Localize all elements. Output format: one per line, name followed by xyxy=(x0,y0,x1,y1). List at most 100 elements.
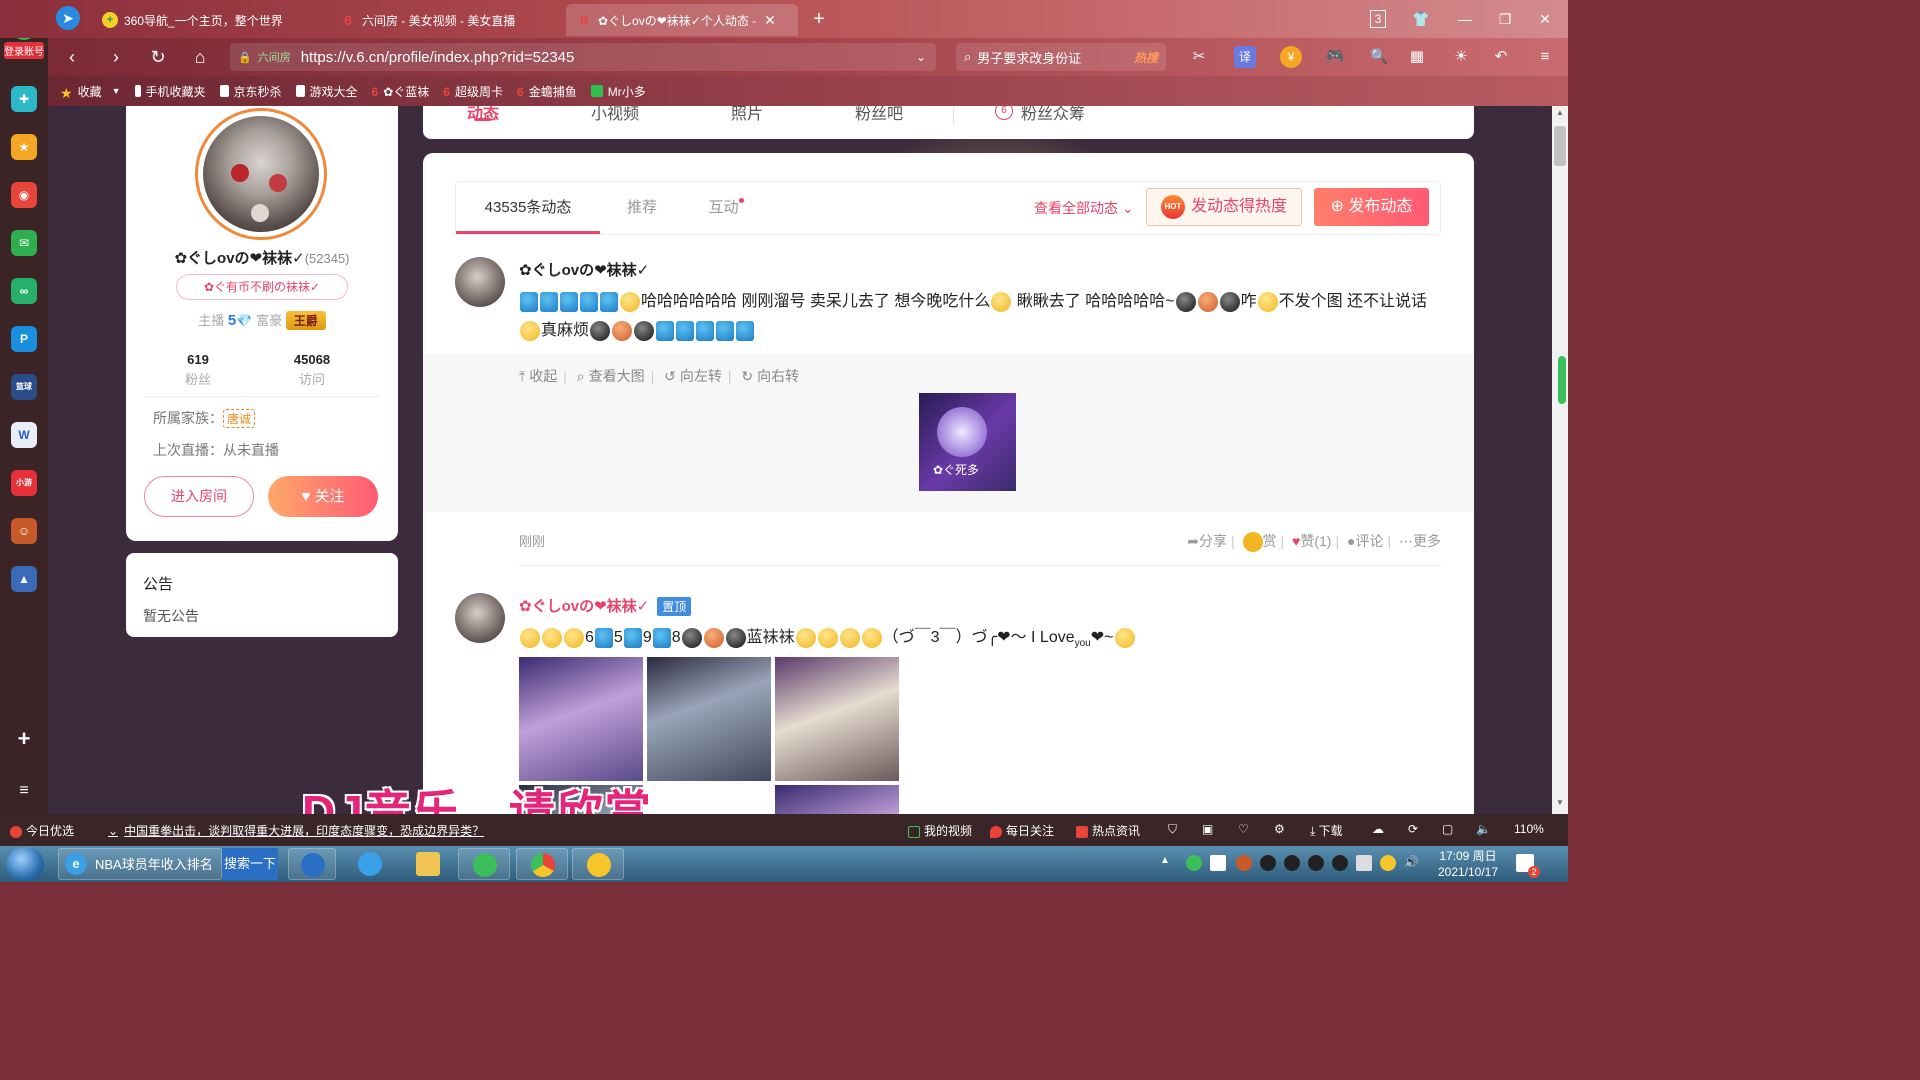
avatar-game-icon[interactable]: ☺ xyxy=(11,518,37,544)
tray-volume-icon[interactable]: 🔊 xyxy=(1404,855,1420,871)
taskbar-chrome[interactable] xyxy=(516,848,568,880)
taskbar-ie[interactable] xyxy=(344,848,396,880)
weibo-icon[interactable]: ◉ xyxy=(11,182,37,208)
window-icon[interactable]: ▢ xyxy=(1442,822,1453,836)
tab-profile[interactable]: 6 ✿ぐしovの❤袜袜✓个人动态 - ✕ xyxy=(566,4,798,36)
heart-outline-icon[interactable]: ♡ xyxy=(1238,822,1249,836)
mail-icon[interactable]: ✉ xyxy=(11,230,37,256)
collapse-action[interactable]: 收起 xyxy=(529,368,557,384)
address-bar[interactable]: 🔒 六间房 https://v.6.cn/profile/index.php?r… xyxy=(230,43,936,71)
cloud-icon[interactable]: ☁ xyxy=(1372,822,1384,836)
undo-icon[interactable]: ↶ xyxy=(1490,46,1512,68)
tray-qq-icon[interactable] xyxy=(1260,855,1276,871)
hot-post-button[interactable]: HOT 发动态得热度 xyxy=(1146,188,1302,226)
brightness-icon[interactable]: ☀ xyxy=(1450,46,1472,68)
link-icon[interactable]: ∞ xyxy=(11,278,37,304)
tab-counter[interactable]: 3 xyxy=(1370,10,1386,28)
refresh-icon[interactable]: ⟳ xyxy=(1408,822,1418,836)
family-tag[interactable]: 唐诚 xyxy=(223,409,256,428)
taskbar-explorer[interactable] xyxy=(402,848,454,880)
skin-icon[interactable]: 👕 xyxy=(1410,8,1432,30)
tab-short-video[interactable]: 小视频 xyxy=(591,106,639,124)
thumbnail-image[interactable] xyxy=(647,657,771,781)
search-input[interactable]: ⌕ 男子要求改身份证 热搜 xyxy=(956,43,1166,71)
like-button[interactable]: 赞(1) xyxy=(1300,533,1331,549)
shield-icon[interactable]: ⛉ xyxy=(1168,822,1177,837)
tab-crowdfund[interactable]: 粉丝众筹 xyxy=(1021,106,1085,124)
tab-dynamics[interactable]: 动态 xyxy=(467,106,499,124)
tab-interact[interactable]: 互动 xyxy=(684,182,768,234)
coin-icon[interactable]: ¥ xyxy=(1280,46,1302,68)
plus-app-icon[interactable]: ✚ xyxy=(11,86,37,112)
close-window-icon[interactable]: ✕ xyxy=(1534,8,1556,30)
bookmark-favorites[interactable]: ★ 收藏 ▼ xyxy=(60,83,121,102)
thumbnail-image[interactable] xyxy=(775,785,899,814)
new-tab-button[interactable]: + xyxy=(808,8,830,30)
dropdown-icon[interactable]: ▼ xyxy=(112,86,121,96)
bookmark-fishing[interactable]: 6 金蟾捕鱼 xyxy=(517,83,577,100)
scissors-icon[interactable]: ✂ xyxy=(1188,46,1210,68)
reload-icon[interactable]: ↻ xyxy=(146,45,170,69)
url-text[interactable]: https://v.6.cn/profile/index.php?rid=523… xyxy=(301,49,575,66)
dropdown-chevron-icon[interactable]: ⌄ xyxy=(916,50,926,64)
more-button[interactable]: 更多 xyxy=(1413,533,1441,549)
more-menu-icon[interactable]: ≡ xyxy=(1534,46,1556,68)
publish-button[interactable]: ⊕ 发布动态 xyxy=(1314,188,1429,226)
enter-room-button[interactable]: 进入房间 xyxy=(144,476,254,517)
taskbar-ie-window[interactable]: e NBA球员年收入排名 xyxy=(58,848,222,880)
thumbnail-image[interactable] xyxy=(775,657,899,781)
taskbar-clock[interactable]: 17:09 周日 2021/10/17 xyxy=(1430,848,1506,880)
taskbar-chat[interactable] xyxy=(572,848,624,880)
status-my-video[interactable]: 我的视频 xyxy=(908,822,972,839)
close-tab-icon[interactable]: ✕ xyxy=(764,12,776,29)
page-scrollbar[interactable]: ▲ ▼ xyxy=(1552,106,1568,814)
post-avatar[interactable] xyxy=(455,593,505,643)
tray-expand-icon[interactable]: ▲ xyxy=(1160,855,1176,871)
tab-photos[interactable]: 照片 xyxy=(731,106,763,124)
tab-all-dynamics[interactable]: 43535条动态 xyxy=(456,182,600,234)
rotate-right-action[interactable]: 向右转 xyxy=(757,368,799,384)
bookmark-games[interactable]: 游戏大全 xyxy=(295,83,358,100)
view-large-action[interactable]: 查看大图 xyxy=(589,368,645,384)
bookmark-weekcard[interactable]: 6 超级周卡 xyxy=(443,83,503,100)
minimize-icon[interactable]: — xyxy=(1454,8,1476,30)
speed-icon[interactable]: ⚙ xyxy=(1274,822,1285,836)
tab-recommend[interactable]: 推荐 xyxy=(600,182,684,234)
game-icon[interactable]: 小游 xyxy=(11,470,37,496)
tab-6cn[interactable]: 6 六间房 - 美女视频 - 美女直播 xyxy=(330,4,560,36)
view-all-dropdown[interactable]: 查看全部动态 ⌄ xyxy=(1034,182,1134,234)
restore-icon[interactable]: ❐ xyxy=(1494,8,1516,30)
comment-button[interactable]: 评论 xyxy=(1355,533,1383,549)
share-button[interactable]: 分享 xyxy=(1199,533,1227,549)
scroll-thumb[interactable] xyxy=(1554,126,1566,166)
sports-icon[interactable]: 篮球 xyxy=(11,374,37,400)
tray-app-icon[interactable] xyxy=(1236,855,1252,871)
avatar[interactable] xyxy=(195,108,327,240)
post-author[interactable]: ✿ぐしovの❤袜袜✓ xyxy=(519,598,649,615)
menu-icon[interactable]: ≡ xyxy=(11,778,37,804)
home-icon[interactable]: ⌂ xyxy=(188,45,212,69)
scroll-down-icon[interactable]: ▼ xyxy=(1552,798,1568,812)
back-icon[interactable]: ‹ xyxy=(60,45,84,69)
forward-icon[interactable]: › xyxy=(104,45,128,69)
star-icon[interactable]: ★ xyxy=(11,134,37,160)
word-icon[interactable]: W xyxy=(11,422,37,448)
nav-compass-icon[interactable]: ➤ xyxy=(56,6,80,30)
reward-button[interactable]: 赏 xyxy=(1263,533,1277,549)
notification-icon[interactable]: 2 xyxy=(1516,854,1540,878)
post-author[interactable]: ✿ぐしovの❤袜袜✓ xyxy=(519,259,649,280)
bookmark-mobile[interactable]: 手机收藏夹 xyxy=(134,83,206,100)
side-indicator[interactable] xyxy=(1558,356,1566,404)
tray-qq-icon[interactable] xyxy=(1284,855,1300,871)
taskbar-app-k[interactable] xyxy=(288,848,336,880)
search-text[interactable]: 男子要求改身份证 xyxy=(977,48,1081,67)
taskbar-360[interactable] xyxy=(458,848,510,880)
magnifier-icon[interactable]: 🔍 xyxy=(1368,46,1390,68)
post-avatar[interactable] xyxy=(455,257,505,307)
news-ticker[interactable]: ⌄ 中国重拳出击，谈判取得重大进展，印度态度骤变，恐成边界异类？ xyxy=(108,822,484,839)
tray-360-icon[interactable] xyxy=(1380,855,1396,871)
bookmark-jd[interactable]: 京东秒杀 xyxy=(219,83,282,100)
grid-icon[interactable]: ▦ xyxy=(1406,46,1428,68)
city-game-icon[interactable]: ▲ xyxy=(11,566,37,592)
translate-icon[interactable]: 译 xyxy=(1234,46,1256,68)
